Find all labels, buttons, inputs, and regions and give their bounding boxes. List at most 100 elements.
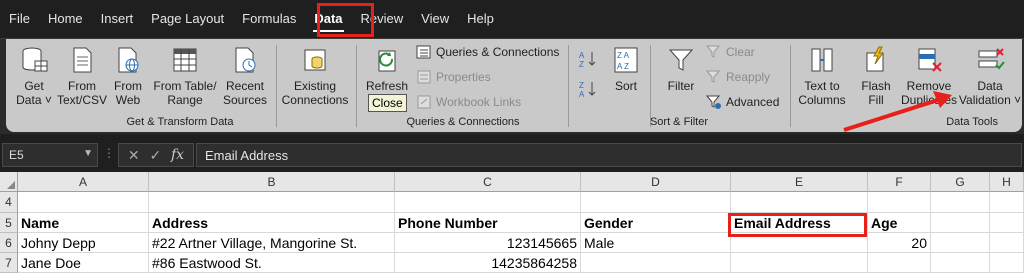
sort-button[interactable]: Z A A Z Sort bbox=[608, 45, 644, 93]
cell-h7[interactable] bbox=[990, 253, 1024, 273]
cell-a5[interactable]: Name bbox=[18, 213, 149, 233]
sort-a-z-button[interactable]: AZ bbox=[578, 49, 598, 69]
recent-sources-button[interactable]: Recent Sources bbox=[220, 45, 270, 107]
properties-icon bbox=[417, 70, 431, 84]
formula-input[interactable]: Email Address bbox=[196, 143, 1022, 167]
tab-help[interactable]: Help bbox=[458, 0, 503, 38]
cell-d4[interactable] bbox=[581, 192, 731, 213]
filter-button[interactable]: Filter bbox=[662, 45, 700, 93]
name-box[interactable]: E5 ▼ bbox=[2, 143, 98, 167]
cell-a6[interactable]: Johny Depp bbox=[18, 233, 149, 253]
cell-g7[interactable] bbox=[931, 253, 990, 273]
cancel-icon[interactable]: ✕ bbox=[128, 147, 140, 164]
from-table-range-button[interactable]: From Table/ Range bbox=[150, 45, 220, 107]
sort-descending-icon: ZA bbox=[579, 81, 596, 99]
cell-c6[interactable]: 123145665 bbox=[395, 233, 581, 253]
cell-f5[interactable]: Age bbox=[868, 213, 931, 233]
row-header-6[interactable]: 6 bbox=[0, 233, 18, 253]
from-text-csv-button[interactable]: From Text/CSV bbox=[56, 45, 108, 107]
select-all-button[interactable] bbox=[0, 172, 18, 192]
column-header-a[interactable]: A bbox=[18, 172, 149, 192]
cell-f7[interactable] bbox=[868, 253, 931, 273]
cell-g6[interactable] bbox=[931, 233, 990, 253]
cell-b5[interactable]: Address bbox=[149, 213, 395, 233]
cell-e4[interactable] bbox=[731, 192, 868, 213]
cell-a7[interactable]: Jane Doe bbox=[18, 253, 149, 273]
cell-b4[interactable] bbox=[149, 192, 395, 213]
clear-button[interactable]: Clear bbox=[706, 42, 755, 62]
column-header-e[interactable]: E bbox=[731, 172, 868, 192]
cell-f4[interactable] bbox=[868, 192, 931, 213]
reapply-button[interactable]: Reapply bbox=[706, 67, 770, 87]
insert-function-icon[interactable]: fx bbox=[171, 147, 184, 163]
row-header-5[interactable]: 5 bbox=[0, 213, 18, 233]
queries-connections-button[interactable]: Queries & Connections bbox=[416, 42, 559, 62]
email-address-highlight-box bbox=[728, 213, 867, 237]
chevron-down-icon: ▼ bbox=[83, 148, 93, 159]
cell-h6[interactable] bbox=[990, 233, 1024, 253]
column-header-d[interactable]: D bbox=[581, 172, 731, 192]
cell-h5[interactable] bbox=[990, 213, 1024, 233]
database-icon bbox=[22, 47, 48, 72]
workbook-links-label: Workbook Links bbox=[436, 95, 522, 109]
tab-file[interactable]: File bbox=[0, 0, 39, 38]
group-label-sort-filter: Sort & Filter bbox=[649, 116, 709, 128]
cell-f6[interactable]: 20 bbox=[868, 233, 931, 253]
flash-fill-icon bbox=[866, 46, 884, 72]
data-tab-highlight-box bbox=[317, 3, 374, 37]
cell-c7[interactable]: 14235864258 bbox=[395, 253, 581, 273]
column-header-c[interactable]: C bbox=[395, 172, 581, 192]
cell-d5[interactable]: Gender bbox=[581, 213, 731, 233]
column-header-b[interactable]: B bbox=[149, 172, 395, 192]
workbook-links-button[interactable]: Workbook Links bbox=[416, 92, 521, 112]
menu-bar: File Home Insert Page Layout Formulas Da… bbox=[0, 0, 1024, 38]
clear-label: Clear bbox=[726, 45, 755, 59]
sort-label: Sort bbox=[614, 79, 637, 93]
cell-g4[interactable] bbox=[931, 192, 990, 213]
advanced-button[interactable]: Advanced bbox=[706, 92, 779, 112]
from-web-button[interactable]: From Web bbox=[110, 45, 146, 107]
from-web-label: From Web bbox=[114, 79, 142, 107]
cell-d7[interactable] bbox=[581, 253, 731, 273]
group-label-get-transform: Get & Transform Data bbox=[126, 116, 234, 128]
cell-h4[interactable] bbox=[990, 192, 1024, 213]
data-validation-button[interactable]: Data Validation ˅ bbox=[958, 45, 1022, 107]
column-header-f[interactable]: F bbox=[868, 172, 931, 192]
group-queries-connections: Refresh All ˅ Queries & Connections Prop… bbox=[358, 39, 568, 132]
drag-handle-icon[interactable]: ⋮ bbox=[103, 146, 115, 160]
web-page-icon bbox=[118, 47, 139, 73]
tab-insert[interactable]: Insert bbox=[92, 0, 143, 38]
existing-connections-icon bbox=[304, 49, 326, 71]
get-data-button[interactable]: Get Data ˅ bbox=[14, 45, 54, 107]
divider bbox=[790, 45, 791, 127]
tab-page-layout[interactable]: Page Layout bbox=[142, 0, 233, 38]
reapply-icon bbox=[706, 70, 721, 83]
cell-a4[interactable] bbox=[18, 192, 149, 213]
table-icon bbox=[173, 48, 197, 72]
existing-connections-button[interactable]: Existing Connections bbox=[280, 45, 350, 107]
properties-button[interactable]: Properties bbox=[416, 67, 491, 87]
row-header-7[interactable]: 7 bbox=[0, 253, 18, 273]
cell-d6[interactable]: Male bbox=[581, 233, 731, 253]
svg-text:Z: Z bbox=[579, 81, 584, 90]
column-header-h[interactable]: H bbox=[990, 172, 1024, 192]
data-validation-icon bbox=[978, 48, 1005, 70]
cell-e7[interactable] bbox=[731, 253, 868, 273]
cell-g5[interactable] bbox=[931, 213, 990, 233]
cell-c5[interactable]: Phone Number bbox=[395, 213, 581, 233]
column-header-g[interactable]: G bbox=[931, 172, 990, 192]
row-header-4[interactable]: 4 bbox=[0, 192, 18, 213]
tab-home[interactable]: Home bbox=[39, 0, 92, 38]
cell-c4[interactable] bbox=[395, 192, 581, 213]
text-to-columns-icon bbox=[811, 48, 833, 72]
tab-formulas[interactable]: Formulas bbox=[233, 0, 305, 38]
group-label-queries: Queries & Connections bbox=[406, 116, 520, 128]
cell-b6[interactable]: #22 Artner Village, Mangorine St. bbox=[149, 233, 395, 253]
tab-view[interactable]: View bbox=[412, 0, 458, 38]
queries-icon bbox=[416, 45, 431, 59]
check-icon[interactable]: ✓ bbox=[149, 147, 161, 164]
sort-z-a-button[interactable]: ZA bbox=[578, 79, 598, 99]
svg-text:A: A bbox=[579, 51, 585, 60]
worksheet-grid: A B C D E F G H 4 5 Name Address Phone N… bbox=[0, 172, 1024, 273]
cell-b7[interactable]: #86 Eastwood St. bbox=[149, 253, 395, 273]
